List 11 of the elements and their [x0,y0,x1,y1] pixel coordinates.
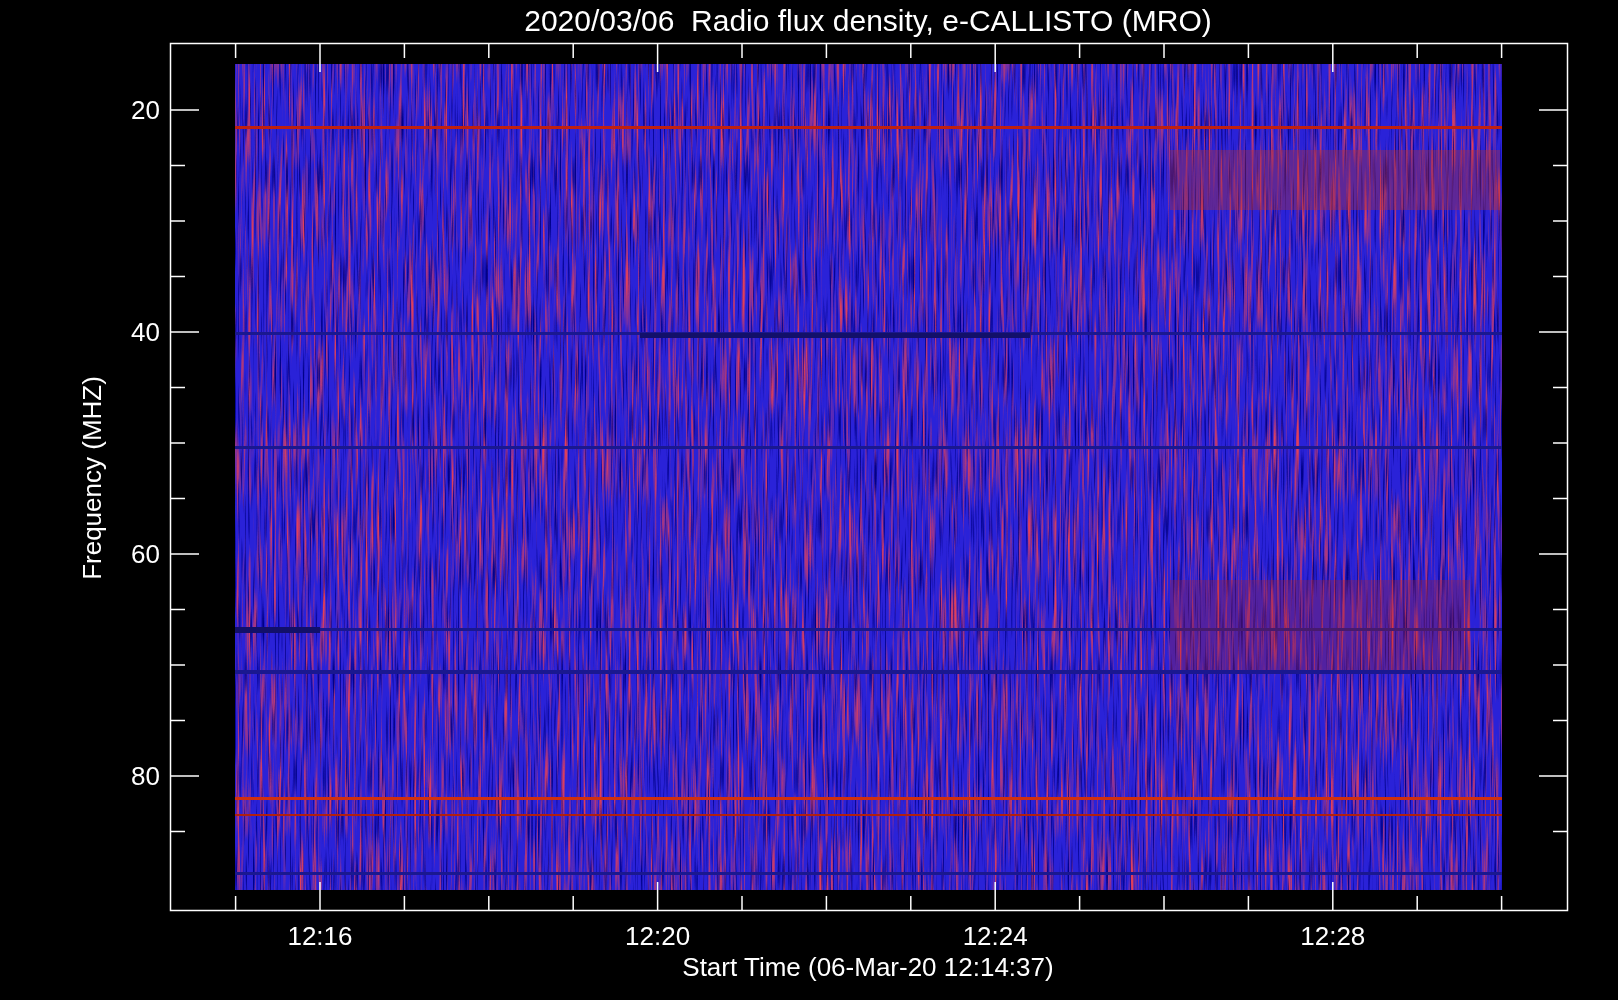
axis-label: Start Time (06-Mar-20 12:14:37) [682,952,1054,982]
tick-label: 60 [131,539,160,569]
tick-label: 12:28 [1300,921,1366,951]
axis-label: Frequency (MHZ) [77,376,107,580]
plot-title: 2020/03/06 Radio flux density, e-CALLISTO (MRO) [524,4,1212,37]
tick-label: 12:16 [287,921,353,951]
tick-label: 20 [131,95,160,125]
tick-label: 12:24 [962,921,1028,951]
tick-label: 40 [131,317,160,347]
tick-label: 80 [131,761,160,791]
tick-label: 12:20 [625,921,691,951]
